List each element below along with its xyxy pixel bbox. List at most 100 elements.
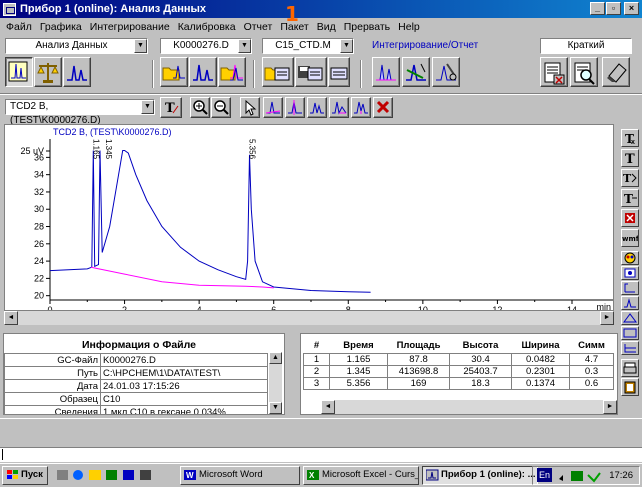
start-button[interactable]: Пуск <box>2 466 48 485</box>
svg-text:wmf: wmf <box>622 235 638 243</box>
full-view-button[interactable] <box>621 326 639 340</box>
preview-report-button[interactable] <box>570 57 598 87</box>
chromatogram-button[interactable] <box>189 57 217 87</box>
app-icon[interactable] <box>3 2 16 16</box>
table-row[interactable]: 3 5.356 169 18.3 0.1374 0.6 <box>303 376 614 390</box>
menu-batch[interactable]: Пакет <box>280 21 308 33</box>
wmf-export-button[interactable]: wmf <box>621 229 640 247</box>
file-info-scrollbar[interactable]: ▲ ▼ <box>269 352 282 414</box>
table-row[interactable]: 1 1.165 87.8 30.4 0.0482 4.7 <box>303 352 614 366</box>
text-tool-button[interactable]: T <box>160 97 182 118</box>
integrate-button[interactable] <box>372 57 400 87</box>
internet-explorer-icon <box>73 470 83 480</box>
drop-line-button[interactable] <box>351 97 371 118</box>
menu-integration[interactable]: Интегрирование <box>90 21 170 33</box>
outlook-icon <box>89 470 101 480</box>
zoom-in-icon <box>193 100 208 115</box>
tangent-skim-button[interactable] <box>329 97 349 118</box>
split-peak-button[interactable] <box>285 97 305 118</box>
zoom-in-button[interactable] <box>190 97 210 118</box>
chevron-down-icon[interactable]: ▼ <box>340 39 353 53</box>
view-select[interactable]: Анализ Данных ▼ <box>5 38 148 54</box>
text-cursor <box>2 449 3 460</box>
peak-table-scrollbar[interactable]: ◄ ► <box>321 400 617 414</box>
report-style-select[interactable]: Краткий <box>540 38 632 54</box>
clear-annotation-button[interactable]: Tx <box>621 129 639 147</box>
edit-annotation-button[interactable]: T <box>621 189 639 207</box>
menu-abort[interactable]: Прервать <box>344 21 390 33</box>
pointer-tool-button[interactable] <box>240 97 260 118</box>
scale-x-button[interactable] <box>621 296 639 310</box>
report-settings-button[interactable] <box>602 57 630 87</box>
chevron-down-icon[interactable]: ▼ <box>134 39 147 53</box>
delete-annotation-button[interactable] <box>621 209 639 227</box>
scroll-left-button[interactable]: ◄ <box>4 311 18 325</box>
datafile-select[interactable]: K0000276.D ▼ <box>160 38 252 54</box>
signal-view-button[interactable] <box>63 57 91 87</box>
copy-graphics-button[interactable] <box>621 378 639 396</box>
task-chemstation[interactable]: Прибор 1 (online): ... <box>422 466 538 485</box>
arrow-cursor-icon <box>245 99 257 116</box>
scales-icon <box>37 63 59 83</box>
scroll-up-button[interactable]: ▲ <box>269 352 282 364</box>
x-tick-label: 6 <box>271 305 276 310</box>
maximize-button[interactable]: ▫ <box>606 2 621 15</box>
integration-events-button[interactable] <box>402 57 430 87</box>
color-button[interactable] <box>621 251 639 265</box>
calibration-view-button[interactable] <box>34 57 62 87</box>
chevron-down-icon[interactable]: ▼ <box>141 100 154 114</box>
chevron-down-icon[interactable]: ▼ <box>238 39 251 53</box>
menu-calibration[interactable]: Калибровка <box>178 21 236 33</box>
integrate-icon <box>376 64 396 81</box>
scroll-left-button[interactable]: ◄ <box>321 400 335 414</box>
menu-help[interactable]: Help <box>398 21 420 33</box>
excel-icon <box>106 470 117 480</box>
scroll-right-button[interactable]: ► <box>603 400 617 414</box>
task-excel[interactable]: XMicrosoft Excel - Curs_0... <box>303 466 419 485</box>
manual-integration-button[interactable] <box>432 57 460 87</box>
load-signal-button[interactable] <box>160 57 188 87</box>
signal-select[interactable]: TCD2 B, (TEST\K0000276.D) ▼ <box>5 99 155 126</box>
drop-line-icon <box>354 101 368 114</box>
print-report-button[interactable] <box>540 57 568 87</box>
peak-label: 1.165 <box>91 139 100 160</box>
peak-tool-button[interactable] <box>307 97 327 118</box>
text-annotation-button[interactable]: T <box>621 149 639 167</box>
autoscale-button[interactable] <box>621 311 639 325</box>
menu-graphics[interactable]: Графика <box>40 21 82 33</box>
language-indicator[interactable]: En <box>537 468 553 482</box>
scale-y-button[interactable] <box>621 281 639 295</box>
print-graphics-button[interactable] <box>621 359 639 377</box>
menu-file[interactable]: Файл <box>6 21 32 33</box>
menu-view[interactable]: Вид <box>317 21 336 33</box>
zoom-out-icon <box>214 100 229 115</box>
move-annotation-button[interactable]: T <box>621 169 639 187</box>
method-book-icon <box>330 67 348 80</box>
close-button[interactable]: × <box>624 2 639 15</box>
scroll-down-button[interactable]: ▼ <box>269 402 282 414</box>
file-info-header: Информация о Файле <box>81 339 196 351</box>
minimize-button[interactable]: _ <box>590 2 605 15</box>
chromatogram-icon <box>193 64 213 81</box>
table-row: Образец C10 <box>4 392 268 406</box>
save-method-button[interactable] <box>295 57 327 87</box>
load-method-button[interactable] <box>262 57 294 87</box>
overlay-button[interactable] <box>218 57 246 87</box>
method-select[interactable]: C15_CTD.M ▼ <box>262 38 354 54</box>
table-row[interactable]: 2 1.345 413698.8 25403.7 0.2301 0.3 <box>303 364 614 378</box>
delete-peak-button[interactable] <box>373 97 393 118</box>
scroll-right-button[interactable]: ► <box>600 311 614 325</box>
chromatogram-pane[interactable]: TCD2 B, (TEST\K0000276.D) 20 22 24 26 28 30 32 3… <box>4 124 614 315</box>
manual-integration-icon <box>436 63 457 81</box>
task-word[interactable]: W Microsoft Word <box>180 466 300 485</box>
zoom-out-button[interactable] <box>211 97 231 118</box>
menu-report[interactable]: Отчет <box>244 21 273 33</box>
data-analysis-view-button[interactable] <box>5 57 33 87</box>
method-info-button[interactable] <box>328 57 350 87</box>
grid-button[interactable] <box>621 341 639 355</box>
file-info-table: GC-Файл K0000276.D Путь C:\HPCHEM\1\DATA\T… <box>4 353 268 414</box>
baseline-tool-button[interactable] <box>263 97 283 118</box>
marker-button[interactable] <box>621 266 639 280</box>
chart-horizontal-scrollbar[interactable]: ◄ ► <box>4 311 614 325</box>
command-line[interactable] <box>0 447 642 462</box>
